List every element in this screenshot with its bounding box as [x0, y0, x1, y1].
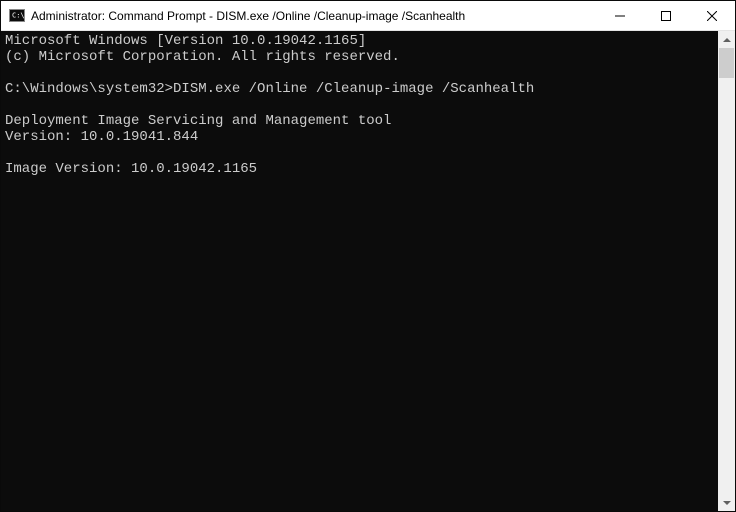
- scroll-down-button[interactable]: [718, 494, 735, 511]
- console-output[interactable]: Microsoft Windows [Version 10.0.19042.11…: [1, 31, 718, 511]
- chevron-up-icon: [723, 38, 731, 42]
- close-button[interactable]: [689, 1, 735, 30]
- minimize-button[interactable]: [597, 1, 643, 30]
- client-area: Microsoft Windows [Version 10.0.19042.11…: [1, 31, 735, 511]
- console-line: Image Version: 10.0.19042.1165: [5, 161, 257, 177]
- scroll-thumb[interactable]: [719, 48, 734, 78]
- console-command: DISM.exe /Online /Cleanup-image /Scanhea…: [173, 81, 534, 97]
- vertical-scrollbar[interactable]: [718, 31, 735, 511]
- window-title: Administrator: Command Prompt - DISM.exe…: [31, 9, 597, 23]
- window-controls: [597, 1, 735, 30]
- console-prompt: C:\Windows\system32>: [5, 81, 173, 97]
- console-line: Deployment Image Servicing and Managemen…: [5, 113, 391, 129]
- maximize-button[interactable]: [643, 1, 689, 30]
- svg-text:C:\: C:\: [12, 11, 25, 19]
- console-line: Version: 10.0.19041.844: [5, 129, 198, 145]
- chevron-down-icon: [723, 501, 731, 505]
- console-line: (c) Microsoft Corporation. All rights re…: [5, 49, 400, 65]
- console-line: Microsoft Windows [Version 10.0.19042.11…: [5, 33, 366, 49]
- scroll-up-button[interactable]: [718, 31, 735, 48]
- titlebar[interactable]: C:\ Administrator: Command Prompt - DISM…: [1, 1, 735, 31]
- cmd-icon: C:\: [9, 8, 25, 24]
- command-prompt-window: C:\ Administrator: Command Prompt - DISM…: [0, 0, 736, 512]
